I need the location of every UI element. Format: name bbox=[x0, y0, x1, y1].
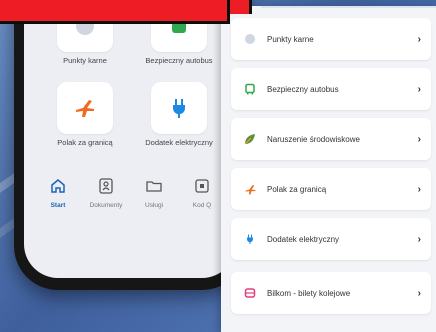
chevron-right-icon: › bbox=[417, 33, 421, 45]
qr-icon bbox=[192, 176, 212, 196]
tab-kod-qr[interactable]: Kod Q bbox=[178, 176, 226, 236]
list-item-label: Naruszenie środowiskowe bbox=[267, 134, 360, 144]
plug-icon bbox=[151, 82, 207, 134]
home-icon bbox=[48, 176, 68, 196]
tab-start[interactable]: Start bbox=[34, 176, 82, 236]
tile-label: Polak za granicą bbox=[57, 138, 113, 147]
tab-dokumenty[interactable]: Dokumenty bbox=[82, 176, 130, 236]
list-item-bezpieczny-autobus[interactable]: Bezpieczny autobus › bbox=[231, 68, 431, 110]
bus-icon bbox=[243, 82, 257, 96]
ticket-icon bbox=[243, 286, 257, 300]
phone-frame: Punkty karne Bezpieczny autobus Polak za… bbox=[14, 0, 246, 290]
tile-dodatek-elektryczny[interactable]: Dodatek elektryczny bbox=[132, 82, 226, 158]
plug-icon bbox=[243, 232, 257, 246]
folder-icon bbox=[144, 176, 164, 196]
plane-icon bbox=[57, 82, 113, 134]
chevron-right-icon: › bbox=[417, 287, 421, 299]
services-list-panel: Punkty karne › Bezpieczny autobus › Naru… bbox=[221, 6, 436, 332]
tile-label: Dodatek elektryczny bbox=[145, 138, 213, 147]
list-item-label: Bilkom - bilety kolejowe bbox=[267, 288, 351, 298]
list-item-label: Bezpieczny autobus bbox=[267, 84, 339, 94]
tab-bar: Start Dokumenty Usługi Kod Q bbox=[24, 176, 236, 236]
list-item-label: Punkty karne bbox=[267, 34, 314, 44]
chevron-right-icon: › bbox=[417, 83, 421, 95]
list-item-dodatek-elektryczny[interactable]: Dodatek elektryczny › bbox=[231, 218, 431, 260]
list-item-label: Dodatek elektryczny bbox=[267, 234, 340, 244]
panel-top-edge bbox=[261, 6, 436, 8]
tab-label: Usługi bbox=[144, 202, 164, 209]
tab-uslugi[interactable]: Usługi bbox=[130, 176, 178, 236]
tile-polak-za-granica[interactable]: Polak za granicą bbox=[38, 82, 132, 158]
id-card-icon bbox=[96, 176, 116, 196]
list-item-bilkom[interactable]: Bilkom - bilety kolejowe › bbox=[231, 272, 431, 314]
list-item-label: Polak za granicą bbox=[267, 184, 327, 194]
plane-icon bbox=[243, 182, 257, 196]
tab-label: Dokumenty bbox=[89, 202, 123, 209]
points-icon bbox=[243, 32, 257, 46]
tile-label: Bezpieczny autobus bbox=[145, 56, 213, 65]
list-item-punkty-karne[interactable]: Punkty karne › bbox=[231, 18, 431, 60]
red-banner bbox=[0, 0, 230, 24]
leaf-icon bbox=[243, 132, 257, 146]
tab-label: Start bbox=[50, 202, 66, 209]
chevron-right-icon: › bbox=[417, 233, 421, 245]
list-item-polak-za-granica[interactable]: Polak za granicą › bbox=[231, 168, 431, 210]
phone-screen: Punkty karne Bezpieczny autobus Polak za… bbox=[24, 0, 236, 278]
chevron-right-icon: › bbox=[417, 183, 421, 195]
list-item-naruszenie-srodowiskowe[interactable]: Naruszenie środowiskowe › bbox=[231, 118, 431, 160]
tile-label: Punkty karne bbox=[63, 56, 107, 65]
chevron-right-icon: › bbox=[417, 133, 421, 145]
tab-label: Kod Q bbox=[192, 202, 212, 209]
